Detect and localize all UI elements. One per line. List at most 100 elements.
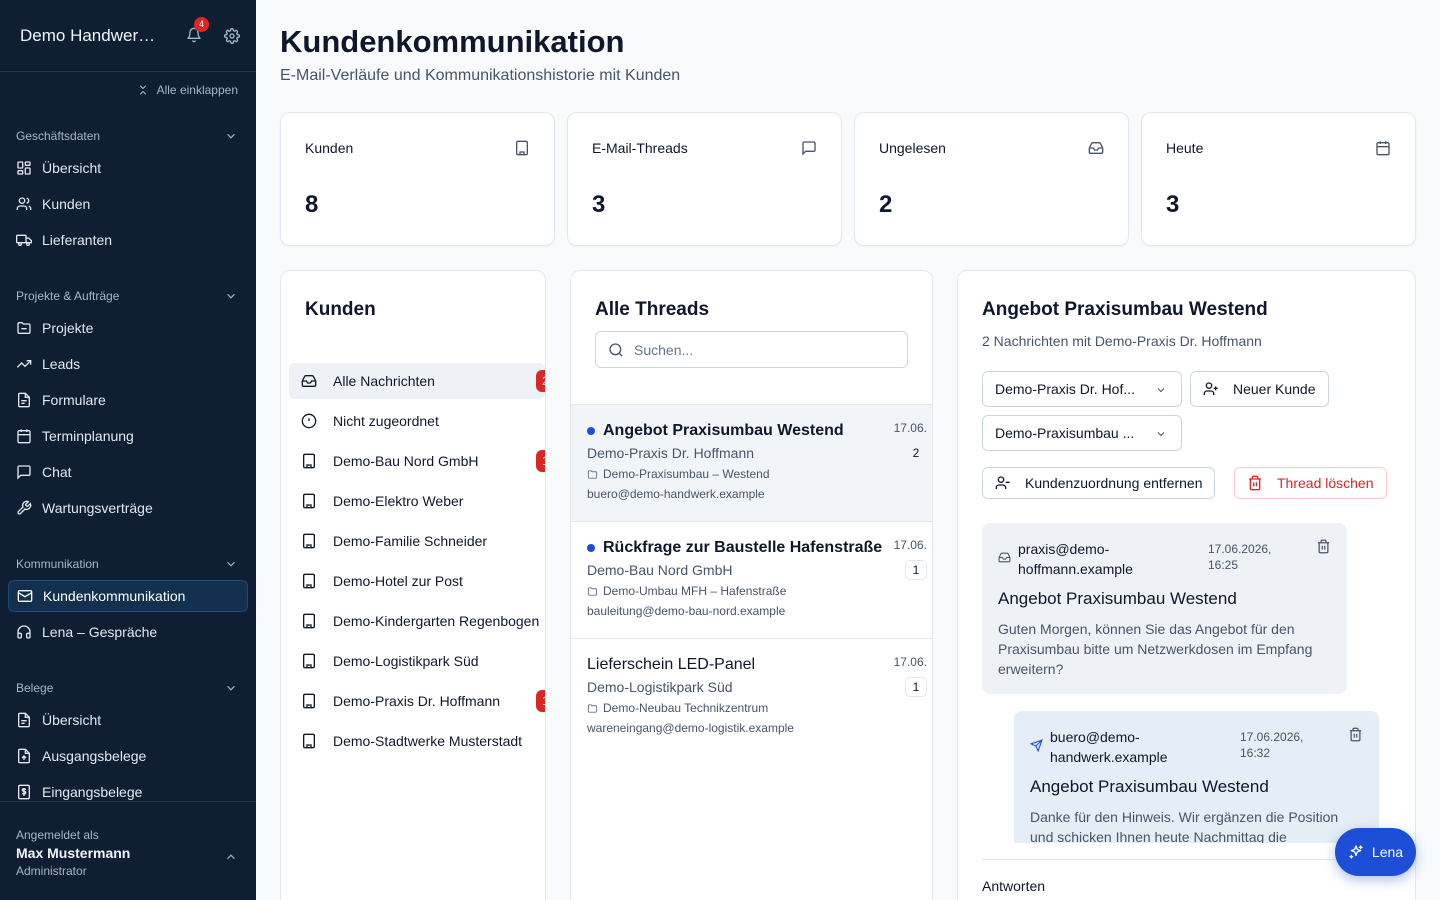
delete-message-button[interactable]	[1316, 539, 1331, 554]
sidebar-item-suppliers[interactable]: Lieferanten	[8, 224, 248, 256]
delete-thread-button[interactable]: Thread löschen	[1234, 467, 1387, 499]
trending-up-icon	[16, 360, 32, 368]
search-input[interactable]	[634, 341, 884, 358]
collapse-icon	[139, 85, 146, 95]
unread-badge: 1	[536, 690, 545, 712]
section-header-kommunikation[interactable]: Kommunikation	[0, 548, 256, 580]
customer-item[interactable]: Demo-Hotel zur Post	[289, 563, 545, 599]
thread-detail-title: Angebot Praxisumbau Westend	[982, 299, 1268, 320]
message-subject: Angebot Praxisumbau Westend	[998, 589, 1237, 608]
customer-item[interactable]: Demo-Logistikpark Süd	[289, 643, 545, 679]
message-body: Danke für den Hinweis. Wir ergänzen die …	[1030, 809, 1339, 843]
gear-icon	[224, 27, 240, 44]
truck-icon	[16, 234, 32, 246]
project-select[interactable]: Demo-Praxisumbau ...	[982, 415, 1182, 451]
sidebar-item-chat[interactable]: Chat	[8, 456, 248, 488]
sidebar-item-customers[interactable]: Kunden	[8, 188, 248, 220]
divider	[982, 859, 1392, 860]
customer-label: Demo-Hotel zur Post	[333, 573, 463, 589]
thread-date: 17.06.	[893, 421, 927, 435]
alert-circle-icon	[301, 413, 317, 429]
customer-label: Demo-Logistikpark Süd	[333, 653, 479, 669]
collapse-all-button[interactable]: Alle einklappen	[0, 72, 256, 108]
customer-item[interactable]: Demo-Praxis Dr. Hoffmann 1	[289, 683, 545, 719]
customer-label: Demo-Bau Nord GmbH	[333, 453, 479, 469]
thread-project: Demo-Umbau MFH – Hafenstraße	[603, 584, 787, 598]
user-name: Max Mustermann	[16, 845, 131, 861]
thread-item[interactable]: Lieferschein LED-Panel Demo-Logistikpark…	[571, 638, 932, 755]
inbox-icon	[998, 552, 1011, 563]
reply-label: Antworten	[982, 878, 1046, 894]
app-title[interactable]: Demo Handwerk GmbH	[20, 26, 158, 46]
send-icon	[1030, 739, 1043, 752]
sidebar-item-projects[interactable]: Projekte	[8, 312, 248, 344]
thread-item[interactable]: Rückfrage zur Baustelle Hafenstraße Demo…	[571, 521, 932, 638]
file-text-icon	[18, 392, 30, 408]
sidebar-item-overview[interactable]: Übersicht	[8, 152, 248, 184]
search-field[interactable]	[595, 331, 908, 368]
sidebar-item-documents-overview[interactable]: Übersicht	[8, 704, 248, 736]
section-header-belege[interactable]: Belege	[0, 672, 256, 704]
customer-item[interactable]: Demo-Elektro Weber	[289, 483, 545, 519]
settings-button[interactable]	[224, 27, 240, 44]
users-icon	[16, 197, 32, 210]
project-select-value: Demo-Praxisumbau ...	[995, 425, 1135, 441]
sidebar-item-leads[interactable]: Leads	[8, 348, 248, 380]
thread-message-count: 2	[912, 446, 920, 460]
threads-panel-title: Alle Threads	[595, 299, 710, 320]
customer-label: Demo-Kindergarten Regenbogen	[333, 613, 540, 629]
thread-subject: Lieferschein LED-Panel	[587, 656, 756, 673]
calendar-icon	[1376, 141, 1390, 156]
sidebar-header: Demo Handwerk GmbH 4	[0, 0, 256, 72]
building-icon	[303, 613, 315, 629]
customer-item[interactable]: Demo-Familie Schneider	[289, 523, 545, 559]
chevron-down-icon	[227, 561, 235, 567]
sidebar-item-forms[interactable]: Formulare	[8, 384, 248, 416]
stat-value: 3	[1166, 191, 1180, 218]
chevron-down-icon	[1157, 388, 1165, 393]
sidebar-item-label: Projekte	[42, 320, 94, 336]
building-icon	[303, 653, 315, 669]
calendar-icon	[17, 429, 31, 444]
stat-card-threads: E-Mail-Threads 3	[567, 112, 842, 246]
thread-item[interactable]: Angebot Praxisumbau Westend Demo-Praxis …	[571, 404, 932, 521]
sidebar-item-lena-conversations[interactable]: Lena – Gespräche	[8, 616, 248, 648]
logged-in-label: Angemeldet als	[16, 828, 99, 842]
customer-select[interactable]: Demo-Praxis Dr. Hof...	[982, 371, 1182, 407]
sidebar-item-maintenance-contracts[interactable]: Wartungsverträge	[8, 492, 248, 524]
thread-customer: Demo-Bau Nord GmbH	[587, 562, 733, 578]
user-role: Administrator	[16, 864, 87, 878]
thread-message-count: 1	[905, 677, 927, 697]
customer-label: Demo-Praxis Dr. Hoffmann	[333, 693, 501, 709]
customer-item[interactable]: Demo-Kindergarten Regenbogen	[289, 603, 545, 639]
new-customer-button[interactable]: Neuer Kunde	[1190, 371, 1329, 407]
customer-item-all[interactable]: Alle Nachrichten 2	[289, 363, 545, 399]
sidebar-item-incoming-documents[interactable]: Eingangsbelege	[8, 776, 248, 801]
sidebar-item-customer-communication[interactable]: Kundenkommunikation	[8, 580, 248, 612]
message-outgoing: buero@demo-handwerk.example 17.06.2026, …	[1014, 711, 1379, 843]
customer-item[interactable]: Demo-Bau Nord GmbH 1	[289, 443, 545, 479]
customer-item[interactable]: Demo-Stadtwerke Musterstadt	[289, 723, 545, 759]
notifications-button[interactable]: 4	[186, 16, 209, 45]
remove-customer-assignment-button[interactable]: Kundenzuordnung entfernen	[982, 467, 1216, 499]
customer-label: Demo-Elektro Weber	[333, 493, 464, 509]
stat-value: 3	[592, 191, 606, 218]
sidebar-item-outgoing-documents[interactable]: Ausgangsbelege	[8, 740, 248, 772]
section-header-geschaeftsdaten[interactable]: Geschäftsdaten	[0, 120, 256, 152]
lena-label: Lena	[1371, 844, 1404, 860]
mail-icon	[17, 590, 33, 602]
message-date: 17.06.2026, 16:32	[1240, 730, 1304, 760]
lena-assistant-button[interactable]: Lena	[1335, 828, 1416, 876]
customer-item-unassigned[interactable]: Nicht zugeordnet	[289, 403, 545, 439]
building-icon	[303, 733, 315, 749]
building-icon	[516, 140, 528, 156]
thread-detail-subtitle: 2 Nachrichten mit Demo-Praxis Dr. Hoffma…	[982, 333, 1262, 349]
delete-message-button[interactable]	[1348, 727, 1363, 742]
delete-thread-label: Thread löschen	[1277, 475, 1374, 491]
user-menu[interactable]: Angemeldet als Max Mustermann Administra…	[0, 801, 256, 900]
thread-detail-panel: Angebot Praxisumbau Westend 2 Nachrichte…	[957, 270, 1416, 900]
sidebar-item-scheduling[interactable]: Terminplanung	[8, 420, 248, 452]
section-header-projekte[interactable]: Projekte & Aufträge	[0, 280, 256, 312]
threads-panel: Alle Threads Angebot Praxisumbau Westend…	[570, 270, 933, 900]
stat-label: E-Mail-Threads	[592, 140, 688, 156]
